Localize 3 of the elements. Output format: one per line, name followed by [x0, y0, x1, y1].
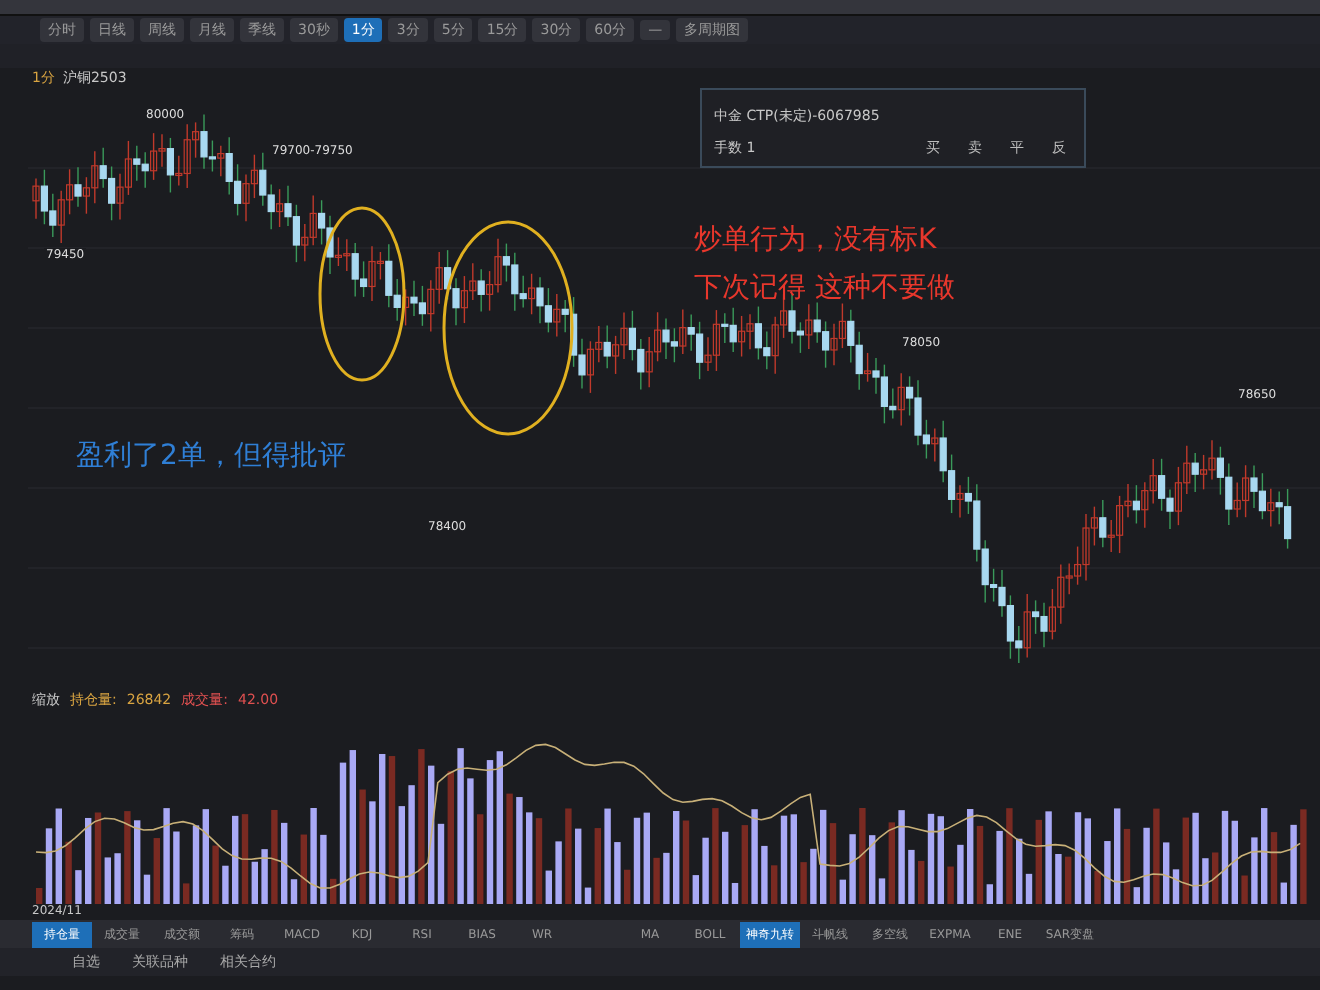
annotation-text: 盈利了2单，但得批评 [76, 438, 346, 474]
annotation-text: 炒单行为，没有标K [694, 222, 937, 258]
annotation-text: 下次记得 这种不要做 [694, 270, 955, 306]
